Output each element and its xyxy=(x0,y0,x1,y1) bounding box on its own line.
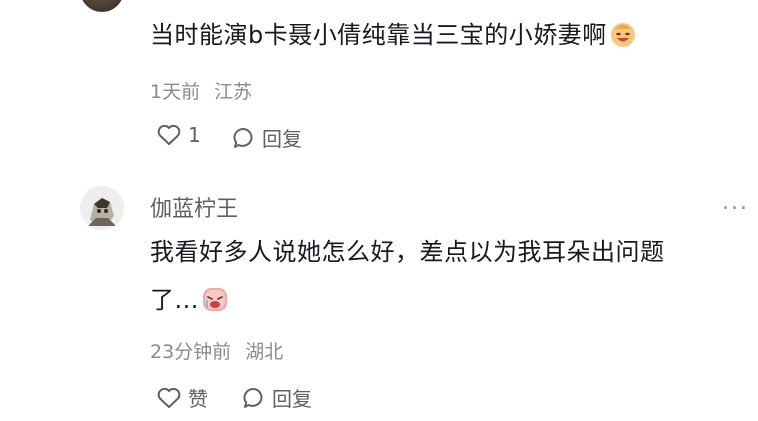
comment-time: 1天前 xyxy=(150,81,201,103)
comment-time: 23分钟前 xyxy=(150,341,232,363)
reply-button[interactable]: 回复 xyxy=(232,123,302,152)
comment-text: 当时能演b卡聂小倩纯靠当三宝的小娇妻啊 xyxy=(150,15,637,55)
comment-text-line: 了... xyxy=(150,280,665,320)
like-count: 1 xyxy=(188,123,201,147)
comment-text-body: 了... xyxy=(150,286,199,314)
like-button[interactable]: 赞 xyxy=(156,383,208,412)
reply-label: 回复 xyxy=(262,127,302,151)
speech-bubble-icon xyxy=(233,127,253,148)
comment-text-line: 我看好多人说她怎么好，差点以为我耳朵出问题 xyxy=(150,238,665,266)
speech-bubble-icon xyxy=(243,387,263,408)
avatar-image-icon xyxy=(80,186,124,230)
heart-icon xyxy=(157,387,181,408)
comment-text-body: 当时能演b卡聂小倩纯靠当三宝的小娇妻啊 xyxy=(150,21,607,49)
like-label: 赞 xyxy=(188,387,208,411)
more-options-button[interactable]: ... xyxy=(722,190,749,215)
comment-text: 我看好多人说她怎么好，差点以为我耳朵出问题 了... xyxy=(150,232,665,320)
heart-icon xyxy=(157,124,181,145)
comment-meta: 1天前 江苏 xyxy=(150,77,252,104)
like-button[interactable]: 1 xyxy=(156,123,201,147)
avatar[interactable] xyxy=(80,186,124,230)
avatar[interactable] xyxy=(80,0,124,12)
reply-button[interactable]: 回复 xyxy=(242,383,312,412)
reply-label: 回复 xyxy=(272,387,312,411)
comment-meta: 23分钟前 湖北 xyxy=(150,337,283,364)
grin-emoji-icon xyxy=(610,23,635,47)
crying-emoji-icon xyxy=(202,288,227,311)
username[interactable]: 伽蓝柠王 xyxy=(150,191,238,223)
comment-location: 湖北 xyxy=(245,341,284,363)
comment-location: 江苏 xyxy=(214,81,253,103)
